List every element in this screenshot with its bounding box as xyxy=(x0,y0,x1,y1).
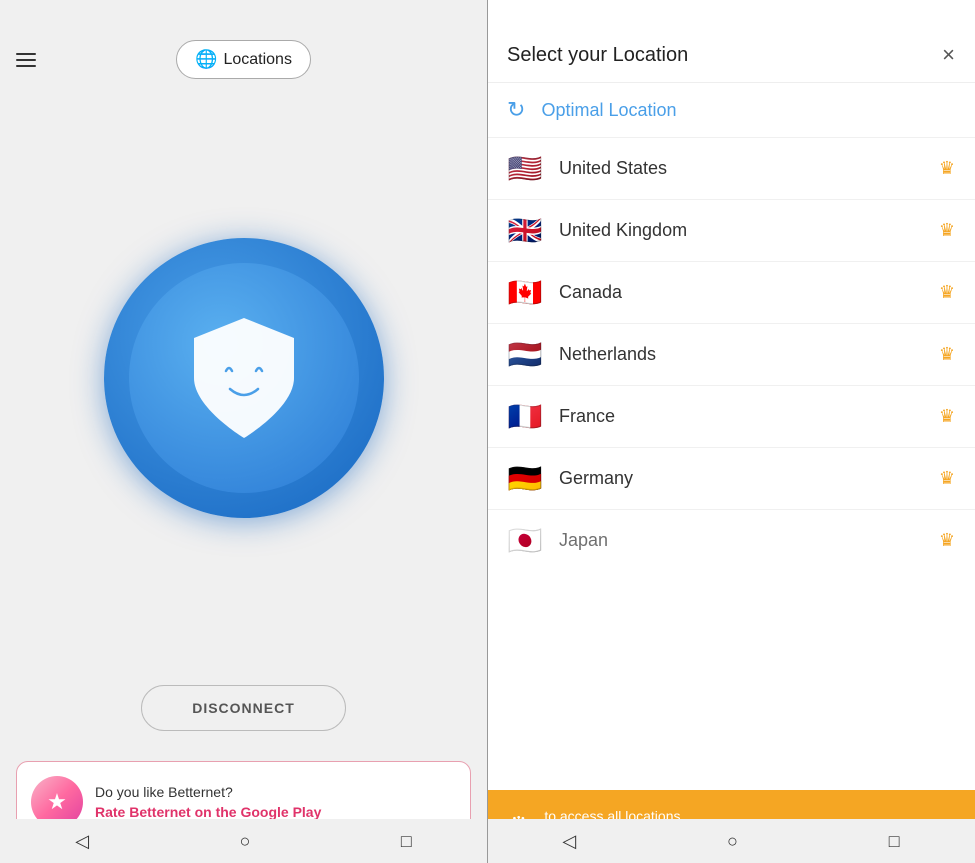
location-item-nl[interactable]: 🇳🇱 Netherlands ♛ xyxy=(487,324,975,386)
location-item-ca[interactable]: 🇨🇦 Canada ♛ xyxy=(487,262,975,324)
flag-de: 🇩🇪 xyxy=(507,462,543,495)
location-item-fr[interactable]: 🇫🇷 France ♛ xyxy=(487,386,975,448)
star-icon: ★ xyxy=(47,789,67,815)
left-header: 🌐 Locations xyxy=(0,28,487,91)
crown-icon-nl: ♛ xyxy=(939,344,955,365)
globe-icon: 🌐 xyxy=(195,49,217,70)
locations-button[interactable]: 🌐 Locations xyxy=(176,40,311,79)
location-item-de[interactable]: 🇩🇪 Germany ♛ xyxy=(487,448,975,510)
home-button[interactable]: ○ xyxy=(240,831,251,852)
optimal-icon: ↻ xyxy=(507,97,525,123)
location-name-fr: France xyxy=(559,406,923,427)
right-bottom-nav: ◁ ○ □ xyxy=(487,819,975,863)
rate-link[interactable]: Rate Betternet on the Google Play xyxy=(95,804,456,820)
panel-title: Select your Location xyxy=(507,44,688,67)
location-item-us[interactable]: 🇺🇸 United States ♛ xyxy=(487,138,975,200)
location-name-us: United States xyxy=(559,158,923,179)
flag-ca: 🇨🇦 xyxy=(507,276,543,309)
crown-icon-uk: ♛ xyxy=(939,220,955,241)
flag-us: 🇺🇸 xyxy=(507,152,543,185)
back-button[interactable]: ◁ xyxy=(75,831,89,852)
left-panel: 🌐 Locations xyxy=(0,0,487,863)
close-button[interactable]: × xyxy=(942,42,955,68)
location-item-jp[interactable]: 🇯🇵 Japan ♛ xyxy=(487,510,975,571)
disconnect-section: DISCONNECT xyxy=(0,685,487,761)
flag-fr: 🇫🇷 xyxy=(507,400,543,433)
location-name-jp: Japan xyxy=(559,530,923,551)
panel-divider xyxy=(487,0,488,863)
home-button-right[interactable]: ○ xyxy=(727,831,738,852)
disconnect-button[interactable]: DISCONNECT xyxy=(141,685,346,731)
crown-icon-us: ♛ xyxy=(939,158,955,179)
crown-icon-de: ♛ xyxy=(939,468,955,489)
flag-uk: 🇬🇧 xyxy=(507,214,543,247)
location-name-uk: United Kingdom xyxy=(559,220,923,241)
left-bottom-nav: ◁ ○ □ xyxy=(0,819,487,863)
back-button-right[interactable]: ◁ xyxy=(562,831,576,852)
vpn-outer-circle xyxy=(104,238,384,518)
recents-button-right[interactable]: □ xyxy=(889,831,900,852)
location-name-ca: Canada xyxy=(559,282,923,303)
location-item-optimal[interactable]: ↻ Optimal Location xyxy=(487,83,975,138)
rate-title: Do you like Betternet? xyxy=(95,784,456,800)
vpn-inner-circle xyxy=(129,263,359,493)
optimal-location-name: Optimal Location xyxy=(541,100,955,121)
recents-button[interactable]: □ xyxy=(401,831,412,852)
location-name-nl: Netherlands xyxy=(559,344,923,365)
rate-text: Do you like Betternet? Rate Betternet on… xyxy=(95,784,456,820)
location-name-de: Germany xyxy=(559,468,923,489)
right-header: Select your Location × xyxy=(487,28,975,83)
locations-label: Locations xyxy=(223,51,292,69)
crown-icon-fr: ♛ xyxy=(939,406,955,427)
shield-face xyxy=(184,313,304,443)
flag-nl: 🇳🇱 xyxy=(507,338,543,371)
location-item-uk[interactable]: 🇬🇧 United Kingdom ♛ xyxy=(487,200,975,262)
crown-icon-jp: ♛ xyxy=(939,530,955,551)
location-list: ↻ Optimal Location 🇺🇸 United States ♛ 🇬🇧… xyxy=(487,83,975,790)
right-panel: Select your Location × ↻ Optimal Locatio… xyxy=(487,0,975,863)
flag-jp: 🇯🇵 xyxy=(507,524,543,557)
crown-icon-ca: ♛ xyxy=(939,282,955,303)
hamburger-menu[interactable] xyxy=(16,53,36,67)
vpn-shield-container xyxy=(0,91,487,685)
